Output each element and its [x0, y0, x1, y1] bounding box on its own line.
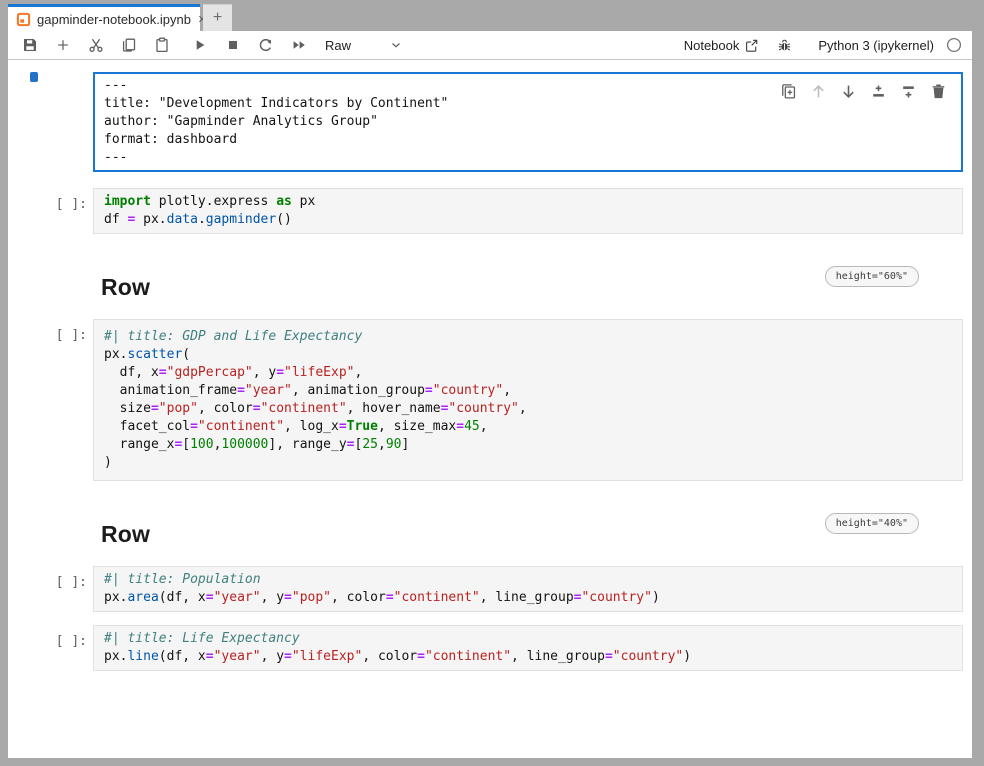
- markdown-rendered: height="60%" Row: [93, 250, 963, 305]
- code-area[interactable]: import plotly.express as pxdf = px.data.…: [94, 189, 962, 233]
- kernel-status-icon[interactable]: [946, 37, 962, 53]
- cell-collapser[interactable]: [30, 625, 38, 649]
- cell-gutter: [ ]:: [8, 188, 93, 212]
- plus-icon: +: [213, 9, 222, 27]
- cell-type-dropdown[interactable]: Raw: [325, 38, 403, 53]
- height-badge: height="40%": [825, 513, 919, 534]
- tab-gapminder-notebook[interactable]: gapminder-notebook.ipynb ×: [8, 4, 200, 31]
- height-badge: height="60%": [825, 266, 919, 287]
- tab-title: gapminder-notebook.ipynb: [37, 12, 191, 27]
- cell-gutter: [8, 72, 93, 82]
- markdown-rendered: height="40%" Row: [93, 497, 963, 552]
- add-icon: [56, 38, 70, 52]
- cell-collapser[interactable]: [30, 72, 38, 82]
- cell-gutter: [8, 497, 93, 507]
- run-cell-button[interactable]: [186, 33, 214, 57]
- restart-icon: [258, 37, 274, 53]
- cell-imports[interactable]: [ ]: import plotly.express as pxdf = px.…: [8, 188, 972, 234]
- cell-population[interactable]: [ ]: #| title: Populationpx.area(df, x="…: [8, 566, 972, 612]
- insert-above-icon[interactable]: [868, 81, 889, 102]
- external-link-icon: [744, 38, 759, 53]
- cell-gutter: [8, 250, 93, 260]
- interrupt-kernel-button[interactable]: [219, 33, 247, 57]
- kernel-name-label[interactable]: Python 3 (ipykernel): [818, 38, 934, 53]
- cell-scatter[interactable]: [ ]: #| title: GDP and Life Expectancypx…: [8, 319, 972, 481]
- cell-editor-population[interactable]: #| title: Populationpx.area(df, x="year"…: [93, 566, 963, 612]
- run-icon: [193, 38, 207, 52]
- toolbar-right: Notebook Python 3 (ipykernel): [684, 37, 962, 53]
- cell-type-value: Raw: [325, 38, 351, 53]
- insert-below-icon[interactable]: [898, 81, 919, 102]
- move-up-icon: [808, 81, 829, 102]
- save-icon: [22, 37, 38, 53]
- tab-bar: gapminder-notebook.ipynb × +: [8, 4, 972, 31]
- chevron-down-icon: [389, 38, 403, 52]
- insert-cell-button[interactable]: [49, 33, 77, 57]
- run-all-cells-button[interactable]: [285, 33, 313, 57]
- input-prompt: [ ]:: [8, 625, 93, 649]
- input-prompt: [ ]:: [8, 319, 93, 343]
- paste-icon: [154, 37, 170, 53]
- cell-collapser[interactable]: [30, 566, 38, 590]
- cell-life-expectancy[interactable]: [ ]: #| title: Life Expectancypx.line(df…: [8, 625, 972, 671]
- fast-forward-icon: [291, 37, 307, 53]
- restart-kernel-button[interactable]: [252, 33, 280, 57]
- code-area[interactable]: #| title: GDP and Life Expectancypx.scat…: [94, 320, 962, 480]
- cell-collapser[interactable]: [30, 188, 38, 212]
- debugger-bug-icon[interactable]: [777, 38, 792, 53]
- input-prompt: [ ]:: [8, 566, 93, 590]
- delete-cell-icon[interactable]: [928, 81, 949, 102]
- cell-yaml-frontmatter[interactable]: ---title: "Development Indicators by Con…: [8, 72, 972, 172]
- cell-markdown-row2[interactable]: height="40%" Row: [8, 497, 972, 552]
- duplicate-cell-icon[interactable]: [778, 81, 799, 102]
- input-prompt: [ ]:: [8, 188, 93, 212]
- cell-editor-scatter[interactable]: #| title: GDP and Life Expectancypx.scat…: [93, 319, 963, 481]
- notebook-toolbar: Raw Notebook Python 3 (ipykernel): [8, 31, 972, 60]
- new-tab-button[interactable]: +: [203, 4, 232, 31]
- cell-editor-imports[interactable]: import plotly.express as pxdf = px.data.…: [93, 188, 963, 234]
- cell-gutter: [ ]:: [8, 625, 93, 649]
- cell-markdown-row1[interactable]: height="60%" Row: [8, 250, 972, 305]
- notebook-file-icon: [16, 12, 31, 27]
- stop-icon: [226, 38, 240, 52]
- cell-gutter: [ ]:: [8, 319, 93, 343]
- cell-editor-yaml[interactable]: ---title: "Development Indicators by Con…: [93, 72, 963, 172]
- move-down-icon[interactable]: [838, 81, 859, 102]
- copy-cells-button[interactable]: [115, 33, 143, 57]
- cell-collapser[interactable]: [30, 250, 38, 260]
- cell-editor-life-expectancy[interactable]: #| title: Life Expectancypx.line(df, x="…: [93, 625, 963, 671]
- open-notebook-view-button[interactable]: Notebook: [684, 38, 760, 53]
- code-area[interactable]: #| title: Life Expectancypx.line(df, x="…: [94, 626, 962, 670]
- cell-gutter: [ ]:: [8, 566, 93, 590]
- cell-collapser[interactable]: [30, 497, 38, 507]
- cell-toolbar: [778, 81, 949, 102]
- copy-icon: [121, 37, 137, 53]
- code-area[interactable]: #| title: Populationpx.area(df, x="year"…: [94, 567, 962, 611]
- cut-cells-button[interactable]: [82, 33, 110, 57]
- cell-collapser[interactable]: [30, 319, 38, 343]
- notebook-scroll-area[interactable]: ---title: "Development Indicators by Con…: [8, 60, 972, 758]
- paste-cells-button[interactable]: [148, 33, 176, 57]
- notebook-view-label: Notebook: [684, 38, 740, 53]
- cut-icon: [88, 37, 104, 53]
- save-button[interactable]: [16, 33, 44, 57]
